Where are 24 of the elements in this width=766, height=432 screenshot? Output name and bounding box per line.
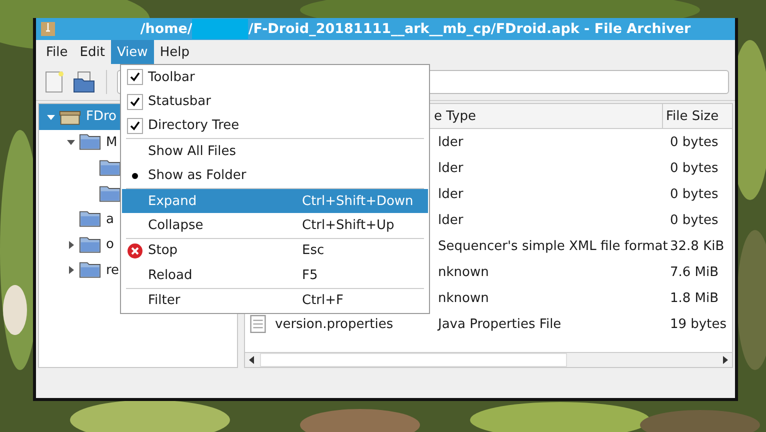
tree-label: M: [106, 134, 118, 150]
tree-label: FDro: [86, 109, 117, 124]
table-cell: lder: [438, 186, 464, 202]
tree-label: o: [106, 237, 114, 252]
table-cell: version.properties: [275, 316, 394, 332]
table-cell: nknown: [438, 290, 489, 306]
table-cell: Sequencer's simple XML file format: [438, 238, 668, 254]
table-cell: 0 bytes: [670, 186, 718, 202]
table-cell: lder: [438, 160, 464, 176]
table-cell: 7.6 MiB: [670, 264, 719, 280]
table-cell: lder: [438, 134, 464, 150]
tree-label: re: [106, 262, 120, 278]
window-title: /home/: [140, 21, 192, 37]
table-cell: 0 bytes: [670, 212, 718, 228]
table-cell: 1.8 MiB: [670, 290, 719, 306]
table-cell: lder: [438, 212, 464, 228]
window-title: /F-Droid_20181111__ark__mb_cp/FDroid.apk - File Archiver: [248, 21, 691, 37]
table-cell: Java Properties File: [438, 316, 562, 332]
table-cell: 19 bytes: [670, 316, 726, 332]
table-cell: 32.8 KiB: [670, 238, 724, 254]
table-cell: nknown: [438, 264, 489, 280]
table-cell: 0 bytes: [670, 134, 718, 150]
tree-label: a: [106, 212, 114, 227]
table-cell: 0 bytes: [670, 160, 718, 176]
